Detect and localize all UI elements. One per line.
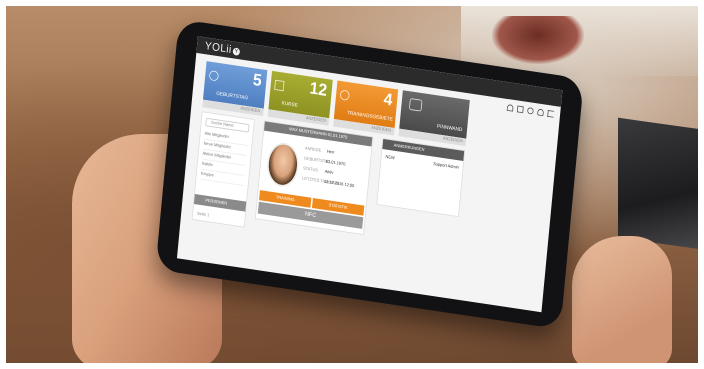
- avatar: [265, 140, 301, 189]
- tile-training-areas[interactable]: 4 TRAININGSGEBIETE ANZEIGEN: [333, 80, 399, 136]
- header-toolbar: [506, 104, 555, 118]
- folder-icon[interactable]: [516, 105, 524, 114]
- tile-birthdays[interactable]: 5 GEBURTSTAG ANZEIGEN: [202, 61, 268, 117]
- tile-value: 4: [382, 90, 394, 110]
- calendar-icon: [274, 79, 285, 92]
- info-row: LETZTES TRAINING 12.12.2016 12:00: [302, 176, 355, 189]
- right-hand: [572, 236, 672, 363]
- logout-icon[interactable]: [547, 110, 555, 118]
- background-cake: [492, 16, 584, 64]
- app-logo[interactable]: YOLii Y: [204, 39, 241, 57]
- info-row: GEBURTSTAG 01.01.1970: [304, 156, 346, 167]
- tile-label: KURSE: [281, 101, 298, 109]
- note-tag: NEW: [385, 154, 395, 161]
- tile-label: PINNWAND: [436, 124, 463, 133]
- tablet-screen: YOLii Y 5 GEBURTSTAG ANZEIGEN 12 KURSE A…: [176, 36, 563, 313]
- tile-value: 12: [308, 79, 328, 101]
- page-indicator: Seite 1: [196, 211, 210, 219]
- info-label: ANREDE: [304, 146, 322, 154]
- info-row: STATUS Aktiv: [302, 166, 334, 175]
- tile-label: TRAININGSGEBIETE: [346, 110, 393, 123]
- background-laptop: [618, 117, 698, 251]
- photo-background: YOLii Y 5 GEBURTSTAG ANZEIGEN 12 KURSE A…: [6, 6, 698, 363]
- home-icon[interactable]: [506, 104, 514, 112]
- add-person-button[interactable]: PERSONEN ANLEGEN: [193, 193, 247, 216]
- chat-icon: [408, 98, 423, 112]
- tile-pinboard[interactable]: PINNWAND ANZEIGEN: [398, 90, 470, 147]
- info-value: 01.01.1970: [325, 159, 346, 168]
- info-value: 12.12.2016 12:00: [323, 179, 355, 189]
- info-value: Aktiv: [324, 169, 334, 176]
- notes-panel: ANMERKUNGEN NEW Support Admin: [376, 138, 466, 218]
- info-value: Herr: [326, 149, 335, 156]
- member-card: MAX MUSTERMANN 01.01.1970 ANREDE Herr GE…: [254, 120, 374, 236]
- user-icon: [208, 70, 220, 82]
- info-row: ANREDE Herr: [304, 146, 335, 155]
- tile-value: 5: [252, 70, 263, 91]
- user-icon[interactable]: [537, 108, 544, 117]
- tile-label: GEBURTSTAG: [215, 91, 249, 102]
- note-author: Support Admin: [432, 161, 459, 171]
- head-icon: [339, 89, 350, 101]
- member-list-panel: Suche Name Alle Mitglieder Neue Mitglied…: [191, 111, 255, 228]
- info-label: STATUS: [302, 166, 319, 174]
- tile-courses[interactable]: 12 KURSE ANZEIGEN: [267, 70, 333, 126]
- globe-icon[interactable]: [526, 107, 534, 115]
- logo-text: YOLii: [204, 39, 233, 56]
- logo-mark-icon: Y: [232, 47, 241, 56]
